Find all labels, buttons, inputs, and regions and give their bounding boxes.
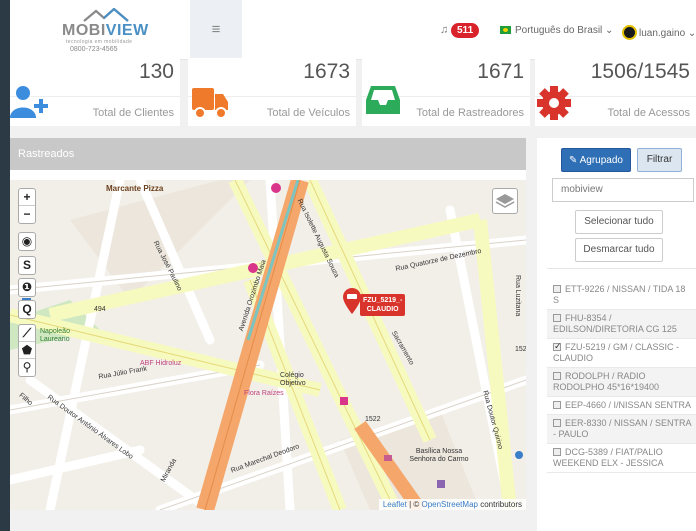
search-input[interactable]: mobiview [552,178,694,202]
agrupado-button[interactable]: ✎ Agrupado [561,148,631,172]
vehicle-filter-panel: ✎ Agrupado Filtrar mobiview Selecionar t… [537,138,696,531]
checkbox[interactable] [553,314,561,322]
deselect-all-button[interactable]: Desmarcar tudo [575,238,663,262]
zoom-controls: + − [18,188,36,224]
stat-value: 1671 [477,60,524,83]
map-attribution: Leaflet | © OpenStreetMap contributors [378,499,526,510]
map-view[interactable]: Marcante Pizza Rua José Paulino Rua Isol… [10,180,526,510]
zoom-out-button[interactable]: − [19,206,35,223]
vehicle-list[interactable]: ETT-9226 / NISSAN / TIDA 18 S FHU-8354 /… [547,268,696,531]
vehicle-marker-icon[interactable] [343,288,361,314]
map-street-luzitana: Rua Luzitana [514,275,521,317]
map-number-1522: 1522 [365,416,381,423]
mobiview-logo[interactable]: MOBIVIEW tecnologia em mobilidade 0800-7… [62,8,162,54]
map-number-494: 494 [94,306,106,313]
stat-value: 130 [138,60,174,83]
layers-icon [495,194,515,208]
checkbox[interactable] [553,341,562,352]
menu-toggle-button[interactable]: ≡ [190,0,242,60]
target-icon[interactable]: ◉ [19,233,35,250]
list-item[interactable]: ETT-9226 / NISSAN / TIDA 18 S [547,281,696,310]
map-place-marcante: Marcante Pizza [106,184,164,193]
edit-icon: ✎ [569,155,580,166]
top-header: MOBIVIEW tecnologia em mobilidade 0800-7… [10,0,696,60]
stat-card-vehicles[interactable]: 1673 Total de Veículos [188,58,356,126]
stat-label: Total de Clientes [92,107,174,119]
info-icon[interactable]: ❶ [19,279,35,296]
search-control: Q [18,300,36,319]
search-icon[interactable]: Q [19,301,35,318]
logo-mountain-icon [83,8,129,22]
zoom-in-button[interactable]: + [19,189,35,206]
list-item[interactable]: DCG-5389 / FIAT/PALIO WEEKEND ELX - JESS… [547,444,696,473]
marker-icon[interactable]: ⚲ [19,359,35,376]
panel-title: Rastreados [10,138,526,170]
osm-link[interactable]: OpenStreetMap [421,500,477,509]
map-place-basilica: Basílica Nossa Senhora do Carmo [409,448,469,463]
polyline-icon[interactable]: ⟋ [19,325,35,342]
list-item[interactable]: EEP-4660 / I/NISSAN SENTRA [547,397,696,415]
inbox-icon [366,86,400,119]
stat-card-trackers[interactable]: 1671 Total de Rastreadores [362,58,530,126]
list-item[interactable]: EER-8330 / NISSAN / SENTRA - PAULO [547,415,696,444]
measure-icon[interactable]: S [19,257,35,274]
leaflet-link[interactable]: Leaflet [383,500,407,509]
vehicle-driver: CLAUDIO [366,306,399,313]
logo-brand: MOBIVIEW [62,22,149,39]
filtrar-button[interactable]: Filtrar [637,148,682,172]
vehicle-label[interactable]: FZU_5219_- CLAUDIO [360,294,406,316]
checkbox[interactable] [553,448,561,456]
bell-icon[interactable]: ♫ [440,24,448,36]
language-selector[interactable]: Português do Brasil ⌄ [500,25,613,36]
stat-label: Total de Acessos [607,107,690,119]
map-number-152: 152 [515,346,526,353]
draw-controls: ⟋ ⬟ ⚲ [18,324,36,377]
list-item[interactable]: FZU-5219 / GM / CLASSIC - CLAUDIO [547,339,696,368]
polygon-icon[interactable]: ⬟ [19,342,35,359]
locate-control: ◉ [18,232,36,251]
checkbox[interactable] [553,285,561,293]
stat-value: 1673 [303,60,350,83]
avatar [622,25,637,40]
map-place-colegio: Colégio Objetivo [280,372,306,387]
map-place-hidroluz: ABF Hidroluz [140,360,182,367]
map-place-flora: Flora Raízes [244,390,284,397]
vehicle-plate: FZU_5219_- [363,297,403,304]
stat-value: 1506/1545 [590,60,690,83]
map-place-napoleao: Napoleão Laureano [40,328,70,343]
truck-icon [192,86,228,123]
checkbox[interactable] [553,401,561,409]
app-frame: MOBIVIEW tecnologia em mobilidade 0800-7… [10,0,696,531]
list-item[interactable]: RODOLPH / RADIO RODOLPHO 45*16*19400 [547,368,696,397]
gear-icon [537,86,571,125]
checkbox[interactable] [553,372,561,380]
info-control: ❶ [18,278,36,297]
select-all-button[interactable]: Selecionar tudo [575,210,663,234]
stat-card-access[interactable]: 1506/1545 Total de Acessos [535,58,696,126]
stat-card-clients[interactable]: 130 Total de Clientes [10,58,180,126]
measure-control: S [18,256,36,275]
rastreados-panel: Rastreados Marcante Pizza Rua José Pauli… [10,138,526,510]
brazil-flag-icon [500,26,511,34]
add-user-icon [10,86,48,123]
list-item[interactable]: FHU-8354 / EDILSON/DIRETORIA CG 125 [547,310,696,339]
notifications-badge[interactable]: 511 [451,23,480,38]
user-menu[interactable]: luan.gaino ⌄ [622,25,696,40]
checkbox[interactable] [553,419,561,427]
layers-button[interactable] [492,188,518,214]
stat-label: Total de Veículos [266,107,350,119]
logo-tagline: tecnologia em mobilidade [66,39,133,45]
stat-label: Total de Rastreadores [416,107,524,119]
logo-phone: 0800-723-4565 [70,46,118,53]
